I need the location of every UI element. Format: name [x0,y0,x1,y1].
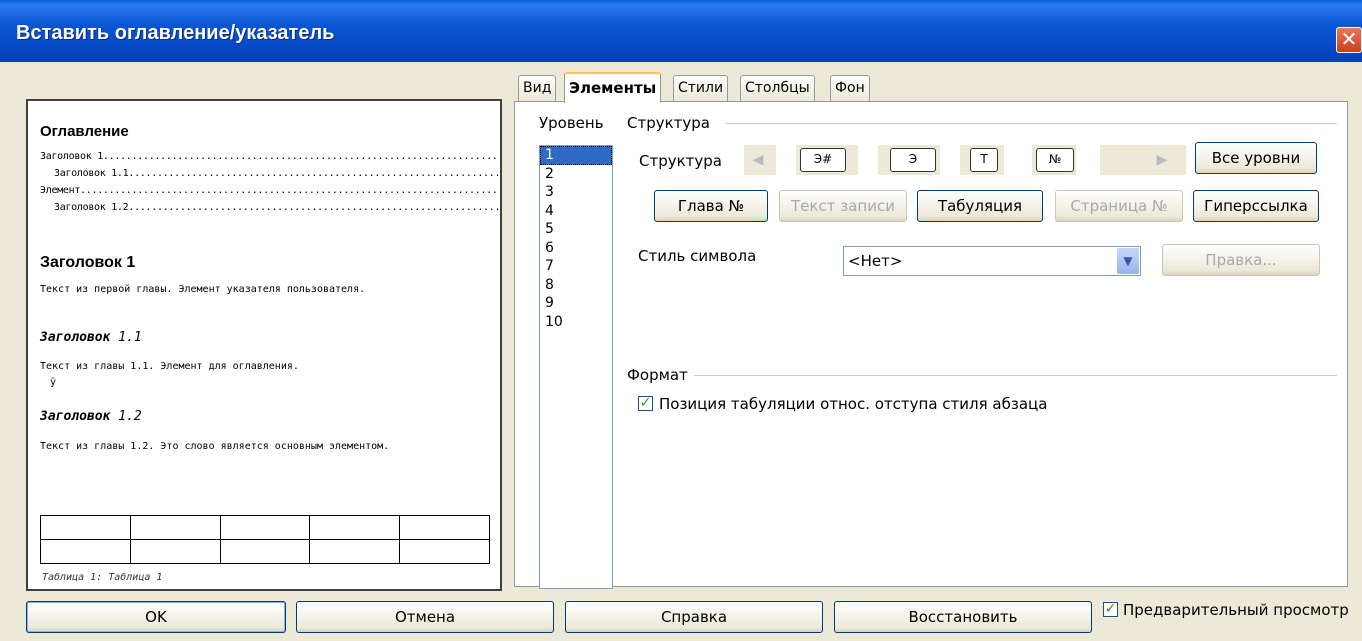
preview-table [40,515,490,564]
format-group-label: Формат [627,366,688,384]
tab-view[interactable]: Вид [518,75,557,101]
edit-button[interactable]: Правка... [1162,244,1320,276]
preview-toc-line: Заголовок 1.2...........................… [54,202,502,213]
entry-text-button[interactable]: Текст записи [779,190,907,222]
preview-checkbox[interactable]: ✓ [1103,602,1118,617]
help-button[interactable]: Справка [565,601,823,633]
tab-background[interactable]: Фон [830,75,870,101]
structure-token-chapter-number[interactable]: Э# [800,148,846,172]
structure-slot[interactable] [940,145,960,175]
level-item[interactable]: 6 [540,239,612,258]
preview-checkbox-label: Предварительный просмотр [1123,601,1349,619]
tab-stop-button[interactable]: Табуляция [917,190,1043,222]
chevron-down-icon[interactable]: ▼ [1117,248,1139,274]
all-levels-button[interactable]: Все уровни [1195,142,1317,174]
level-item[interactable]: 3 [540,183,612,202]
page-number-button[interactable]: Страница № [1055,190,1183,222]
chapter-number-button[interactable]: Глава № [654,190,768,222]
arrow-left-icon[interactable]: ◀ [750,152,766,168]
structure-slot[interactable] [776,145,796,175]
level-item[interactable]: 1 [540,146,612,165]
level-item[interactable]: 2 [540,165,612,184]
tab-position-label: Позиция табуляции относ. отступа стиля а… [659,395,1048,413]
preview-caption: Таблица 1: Таблица 1 [42,572,163,583]
structure-row-label: Структура [639,152,722,170]
tab-columns[interactable]: Столбцы [740,75,815,101]
tab-position-checkbox[interactable]: ✓ [638,396,653,411]
char-style-value: <Нет> [848,252,903,270]
preview-text: Текст из первой главы. Элемент указателя… [40,284,366,295]
tab-styles[interactable]: Стили [673,75,729,101]
structure-slot[interactable] [858,145,878,175]
preview-toc-title: Оглавление [40,123,129,140]
level-label: Уровень [539,114,604,132]
cancel-button[interactable]: Отмена [296,601,554,633]
preview-heading-1: Заголовок 1 [40,254,136,271]
structure-token-entry[interactable]: Э [890,148,936,172]
window-title: Вставить оглавление/указатель [16,22,335,44]
preview-heading-1-2: Заголовок 1.2 [40,409,142,424]
format-group-divider [694,375,1337,376]
structure-slot[interactable] [1076,145,1100,175]
close-button[interactable]: ✕ [1336,27,1362,53]
level-item[interactable]: 8 [540,276,612,295]
close-icon: ✕ [1340,27,1358,51]
preview-text: Текст из главы 1.2. Это слово является о… [40,441,390,452]
structure-token-page-number[interactable]: № [1036,148,1074,172]
preview-pane: Оглавление Заголовок 1..................… [26,99,502,591]
char-style-select[interactable]: <Нет> ▼ [843,246,1141,276]
reset-button[interactable]: Восстановить [834,601,1092,633]
structure-token-tab[interactable]: Т [970,148,998,172]
preview-toc-line: Заголовок 1.............................… [40,151,502,162]
preview-toc-line: Элемент.................................… [40,185,502,196]
level-list[interactable]: 1 2 3 4 5 6 7 8 9 10 [539,145,613,589]
ok-button[interactable]: OK [26,601,286,633]
preview-toc-line: Заголовок 1.1...........................… [54,168,502,179]
structure-group-label: Структура [627,114,710,132]
preview-mark: ÿ [50,377,57,388]
structure-slot[interactable] [1004,145,1032,175]
level-item[interactable]: 4 [540,202,612,221]
preview-heading-1-1: Заголовок 1.1 [40,330,142,345]
structure-editor[interactable]: ◀ Э# Э Т № ▶ [744,145,1186,175]
char-style-label: Стиль символа [638,247,757,265]
title-bar: Вставить оглавление/указатель ✕ [0,0,1362,62]
structure-group-divider [725,123,1337,124]
level-item[interactable]: 9 [540,294,612,313]
tab-elements[interactable]: Элементы [564,72,662,103]
preview-text: Текст из главы 1.1. Элемент для оглавлен… [40,361,299,372]
arrow-right-icon[interactable]: ▶ [1154,152,1170,168]
level-item[interactable]: 7 [540,257,612,276]
level-item[interactable]: 5 [540,220,612,239]
level-item[interactable]: 10 [540,313,612,332]
hyperlink-button[interactable]: Гиперссылка [1193,190,1319,222]
